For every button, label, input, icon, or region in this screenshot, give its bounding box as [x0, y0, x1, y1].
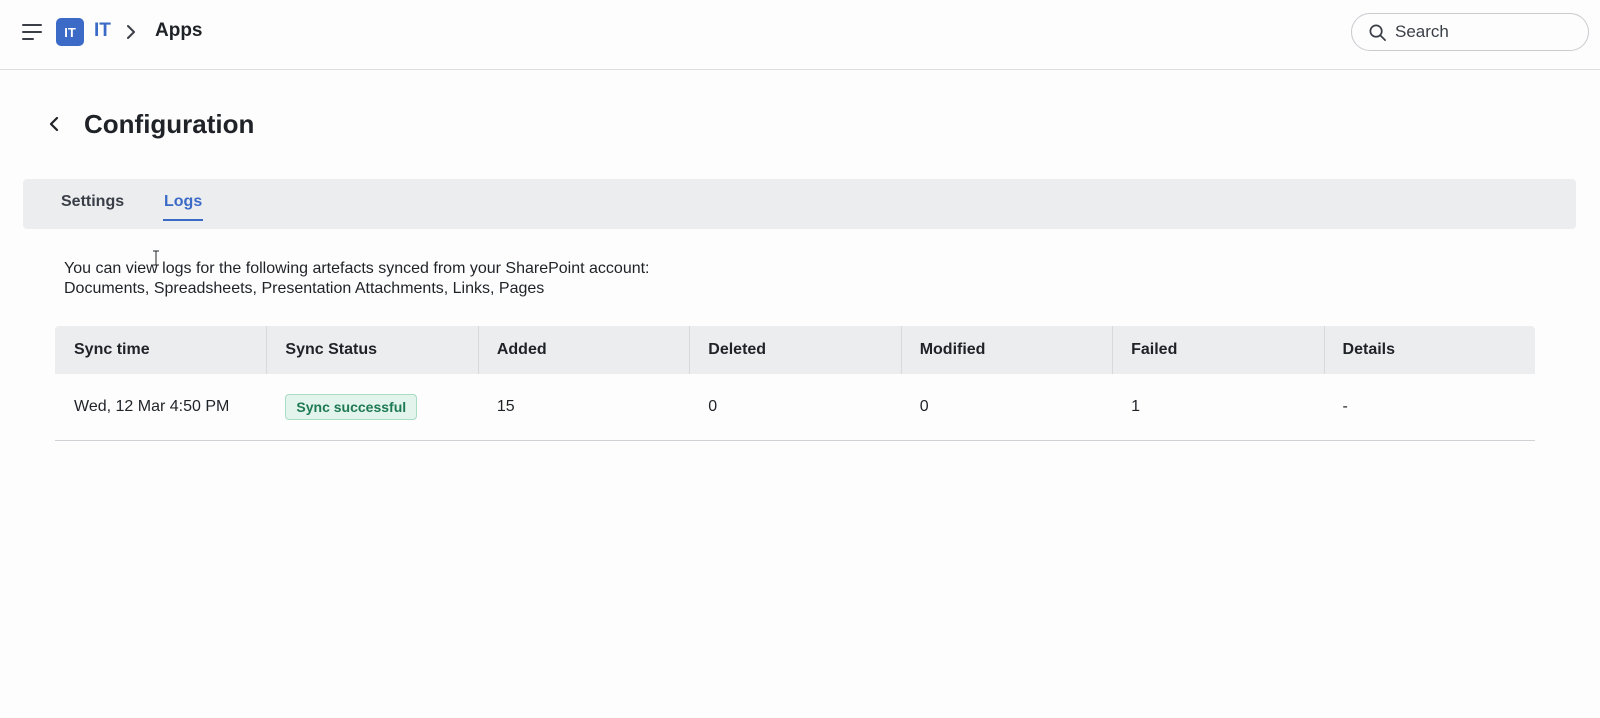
cell-sync-status: Sync successful — [266, 374, 477, 440]
cell-sync-time: Wed, 12 Mar 4:50 PM — [74, 398, 230, 415]
column-header-details: Details — [1323, 326, 1535, 374]
cell-modified: 0 — [919, 398, 929, 415]
text-cursor-icon — [153, 250, 159, 266]
tab-settings[interactable]: Settings — [61, 193, 124, 229]
column-header-sync-status[interactable]: Sync Status — [266, 326, 477, 374]
column-header-sync-time[interactable]: Sync time — [55, 326, 266, 374]
column-header-failed[interactable]: Failed — [1112, 326, 1323, 374]
chevron-left-icon[interactable] — [47, 114, 61, 134]
column-header-modified[interactable]: Modified — [900, 326, 1112, 374]
chevron-right-icon — [127, 25, 135, 39]
table-header: Sync time Sync Status Added Deleted Modi… — [55, 326, 1535, 374]
breadcrumb-team-link[interactable]: IT — [94, 20, 111, 42]
breadcrumb-current: Apps — [155, 20, 203, 41]
table-row[interactable]: Wed, 12 Mar 4:50 PM Sync successful 15 0… — [55, 374, 1535, 441]
cell-deleted: 0 — [708, 398, 718, 415]
team-avatar[interactable]: IT — [56, 18, 84, 46]
top-bar: IT IT Apps — [0, 0, 1600, 70]
description-line-2: Documents, Spreadsheets, Presentation At… — [64, 280, 545, 297]
table-body: Wed, 12 Mar 4:50 PM Sync successful 15 0… — [55, 374, 1535, 441]
column-header-added[interactable]: Added — [477, 326, 689, 374]
tab-bar: Settings Logs — [23, 179, 1576, 229]
search-icon — [1369, 24, 1386, 41]
search-box[interactable] — [1351, 13, 1589, 51]
tab-logs[interactable]: Logs — [162, 193, 204, 229]
cell-failed[interactable]: 1 — [1112, 374, 1323, 440]
cell-details: - — [1342, 398, 1348, 415]
menu-icon[interactable] — [22, 21, 44, 43]
search-input[interactable] — [1395, 22, 1575, 42]
status-badge: Sync successful — [285, 394, 418, 420]
cell-added: 15 — [496, 398, 515, 415]
sync-logs-table: Sync time Sync Status Added Deleted Modi… — [55, 326, 1535, 441]
column-header-deleted[interactable]: Deleted — [689, 326, 900, 374]
page-title: Configuration — [84, 109, 255, 139]
